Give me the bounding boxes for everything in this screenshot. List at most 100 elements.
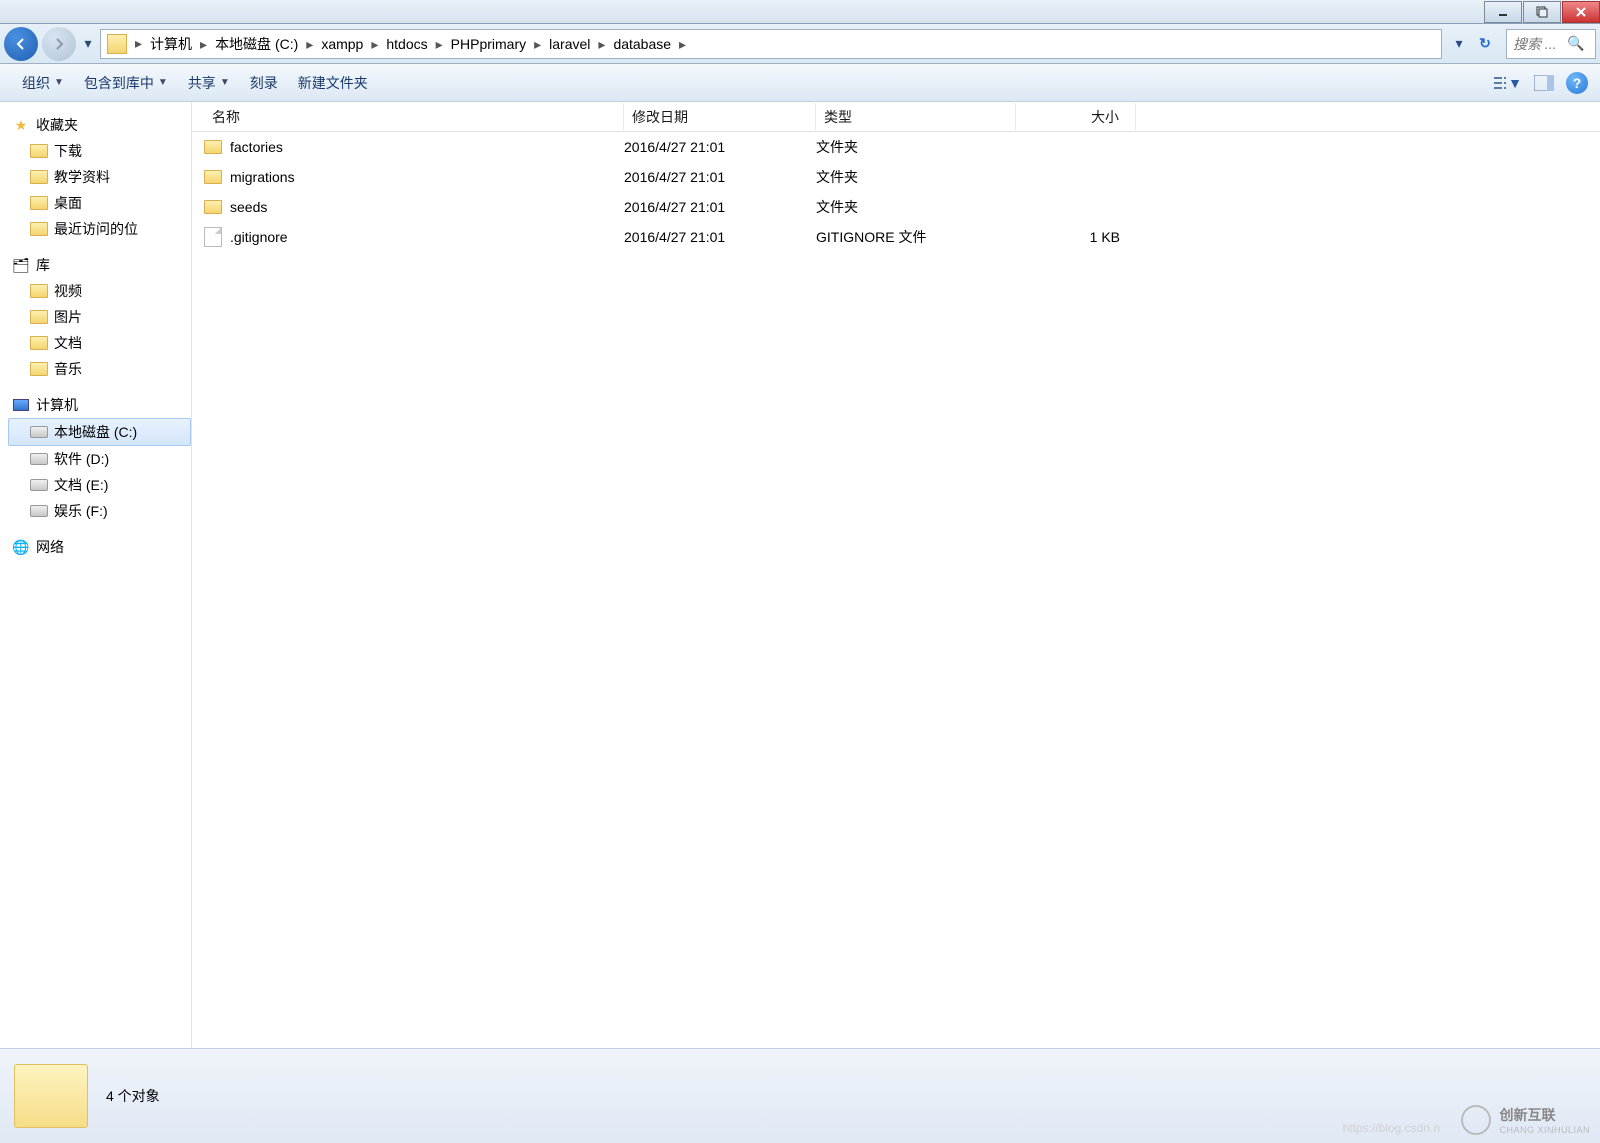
address-dropdown[interactable]: ▾ bbox=[1446, 31, 1472, 57]
folder-preview-icon bbox=[14, 1064, 88, 1128]
folder-icon bbox=[30, 308, 48, 326]
chevron-right-icon[interactable]: ▸ bbox=[369, 36, 380, 52]
folder-icon bbox=[30, 282, 48, 300]
search-box[interactable]: 🔍 bbox=[1506, 29, 1596, 59]
folder-icon bbox=[30, 168, 48, 186]
file-row[interactable]: seeds2016/4/27 21:01文件夹 bbox=[192, 192, 1600, 222]
breadcrumb-segment[interactable]: 计算机 bbox=[144, 34, 198, 54]
share-menu[interactable]: 共享▼ bbox=[178, 69, 240, 97]
tree-item[interactable]: 最近访问的位 bbox=[8, 216, 191, 242]
breadcrumb-segment[interactable]: laravel bbox=[543, 34, 596, 54]
disk-icon bbox=[30, 423, 48, 441]
breadcrumb-segment[interactable]: database bbox=[607, 34, 677, 54]
tree-item[interactable]: 桌面 bbox=[8, 190, 191, 216]
libraries-icon: 🗂 bbox=[12, 256, 30, 274]
tree-item[interactable]: 文档 bbox=[8, 330, 191, 356]
file-list-pane[interactable]: 名称 修改日期 类型 大小 factories2016/4/27 21:01文件… bbox=[192, 102, 1600, 1048]
view-options-button[interactable]: ▼ bbox=[1494, 69, 1522, 97]
column-headers[interactable]: 名称 修改日期 类型 大小 bbox=[192, 102, 1600, 132]
file-type: GITIGNORE 文件 bbox=[816, 227, 1016, 247]
burn-button[interactable]: 刻录 bbox=[240, 69, 288, 97]
chevron-right-icon[interactable]: ▸ bbox=[677, 36, 688, 52]
network-group[interactable]: 🌐网络 bbox=[8, 534, 191, 560]
folder-icon bbox=[30, 194, 48, 212]
chevron-right-icon[interactable]: ▸ bbox=[434, 36, 445, 52]
folder-icon bbox=[204, 140, 222, 154]
tree-item[interactable]: 图片 bbox=[8, 304, 191, 330]
file-row[interactable]: factories2016/4/27 21:01文件夹 bbox=[192, 132, 1600, 162]
organize-menu[interactable]: 组织▼ bbox=[12, 69, 74, 97]
tree-item[interactable]: 视频 bbox=[8, 278, 191, 304]
disk-icon bbox=[30, 502, 48, 520]
column-type[interactable]: 类型 bbox=[816, 103, 1016, 131]
details-pane: 4 个对象 https://blog.csdn.n 创新互联 CHANG XIN… bbox=[0, 1048, 1600, 1143]
tree-item[interactable]: 教学资料 bbox=[8, 164, 191, 190]
breadcrumb-segment[interactable]: 本地磁盘 (C:) bbox=[209, 34, 304, 54]
include-library-menu[interactable]: 包含到库中▼ bbox=[74, 69, 178, 97]
file-type: 文件夹 bbox=[816, 197, 1016, 217]
tree-item-label: 文档 (E:) bbox=[54, 475, 108, 495]
breadcrumb-segment[interactable]: PHPprimary bbox=[445, 34, 532, 54]
file-name: migrations bbox=[230, 169, 295, 185]
tree-item-label: 软件 (D:) bbox=[54, 449, 109, 469]
minimize-button[interactable] bbox=[1484, 1, 1522, 23]
history-dropdown[interactable]: ▾ bbox=[80, 35, 96, 52]
main-area: ★收藏夹 下载教学资料桌面最近访问的位 🗂库 视频图片文档音乐 计算机 本地磁盘… bbox=[0, 102, 1600, 1048]
folder-icon bbox=[30, 142, 48, 160]
libraries-group[interactable]: 🗂库 bbox=[8, 252, 191, 278]
close-button[interactable] bbox=[1562, 1, 1600, 23]
tree-item[interactable]: 音乐 bbox=[8, 356, 191, 382]
chevron-right-icon[interactable]: ▸ bbox=[133, 35, 144, 52]
column-date[interactable]: 修改日期 bbox=[624, 103, 816, 131]
back-button[interactable] bbox=[4, 27, 38, 61]
breadcrumb-segment[interactable]: htdocs bbox=[380, 34, 433, 54]
breadcrumb-segment[interactable]: xampp bbox=[315, 34, 369, 54]
column-size[interactable]: 大小 bbox=[1016, 103, 1136, 131]
file-row[interactable]: .gitignore 2016/4/27 21:01GITIGNORE 文件1 K… bbox=[192, 222, 1600, 252]
tree-item-label: 下载 bbox=[54, 141, 82, 161]
computer-group[interactable]: 计算机 bbox=[8, 392, 191, 418]
help-button[interactable]: ? bbox=[1566, 72, 1588, 94]
tree-item-label: 最近访问的位 bbox=[54, 219, 138, 239]
tree-item[interactable]: 软件 (D:) bbox=[8, 446, 191, 472]
column-name[interactable]: 名称 bbox=[204, 103, 624, 131]
chevron-right-icon[interactable]: ▸ bbox=[304, 36, 315, 52]
search-icon[interactable]: 🔍 bbox=[1567, 35, 1584, 52]
file-size: 1 KB bbox=[1016, 229, 1136, 245]
file-name: factories bbox=[230, 139, 283, 155]
network-icon: 🌐 bbox=[12, 538, 30, 556]
forward-button[interactable] bbox=[42, 27, 76, 61]
folder-icon bbox=[30, 334, 48, 352]
new-folder-button[interactable]: 新建文件夹 bbox=[288, 69, 378, 97]
tree-item[interactable]: 下载 bbox=[8, 138, 191, 164]
maximize-button[interactable] bbox=[1523, 1, 1561, 23]
file-date: 2016/4/27 21:01 bbox=[624, 169, 816, 185]
file-name: .gitignore bbox=[230, 229, 288, 245]
computer-icon bbox=[12, 396, 30, 414]
tree-item[interactable]: 娱乐 (F:) bbox=[8, 498, 191, 524]
folder-icon bbox=[30, 360, 48, 378]
tree-item-label: 文档 bbox=[54, 333, 82, 353]
folder-icon bbox=[107, 34, 127, 54]
file-date: 2016/4/27 21:01 bbox=[624, 229, 816, 245]
chevron-right-icon[interactable]: ▸ bbox=[596, 36, 607, 52]
address-bar[interactable]: ▸ 计算机▸本地磁盘 (C:)▸xampp▸htdocs▸PHPprimary▸… bbox=[100, 29, 1442, 59]
chevron-right-icon[interactable]: ▸ bbox=[198, 36, 209, 52]
preview-pane-button[interactable] bbox=[1530, 69, 1558, 97]
watermark: 创新互联 CHANG XINHULIAN bbox=[1461, 1105, 1590, 1135]
file-name: seeds bbox=[230, 199, 267, 215]
title-bar bbox=[0, 0, 1600, 24]
refresh-button[interactable]: ↻ bbox=[1472, 31, 1498, 57]
navigation-pane[interactable]: ★收藏夹 下载教学资料桌面最近访问的位 🗂库 视频图片文档音乐 计算机 本地磁盘… bbox=[0, 102, 192, 1048]
toolbar: 组织▼ 包含到库中▼ 共享▼ 刻录 新建文件夹 ▼ ? bbox=[0, 64, 1600, 102]
favorites-group[interactable]: ★收藏夹 bbox=[8, 112, 191, 138]
chevron-right-icon[interactable]: ▸ bbox=[532, 36, 543, 52]
tree-item[interactable]: 文档 (E:) bbox=[8, 472, 191, 498]
tree-item[interactable]: 本地磁盘 (C:) bbox=[8, 418, 191, 446]
file-date: 2016/4/27 21:01 bbox=[624, 139, 816, 155]
tree-item-label: 音乐 bbox=[54, 359, 82, 379]
tree-item-label: 视频 bbox=[54, 281, 82, 301]
disk-icon bbox=[30, 476, 48, 494]
search-input[interactable] bbox=[1513, 36, 1567, 52]
file-row[interactable]: migrations2016/4/27 21:01文件夹 bbox=[192, 162, 1600, 192]
